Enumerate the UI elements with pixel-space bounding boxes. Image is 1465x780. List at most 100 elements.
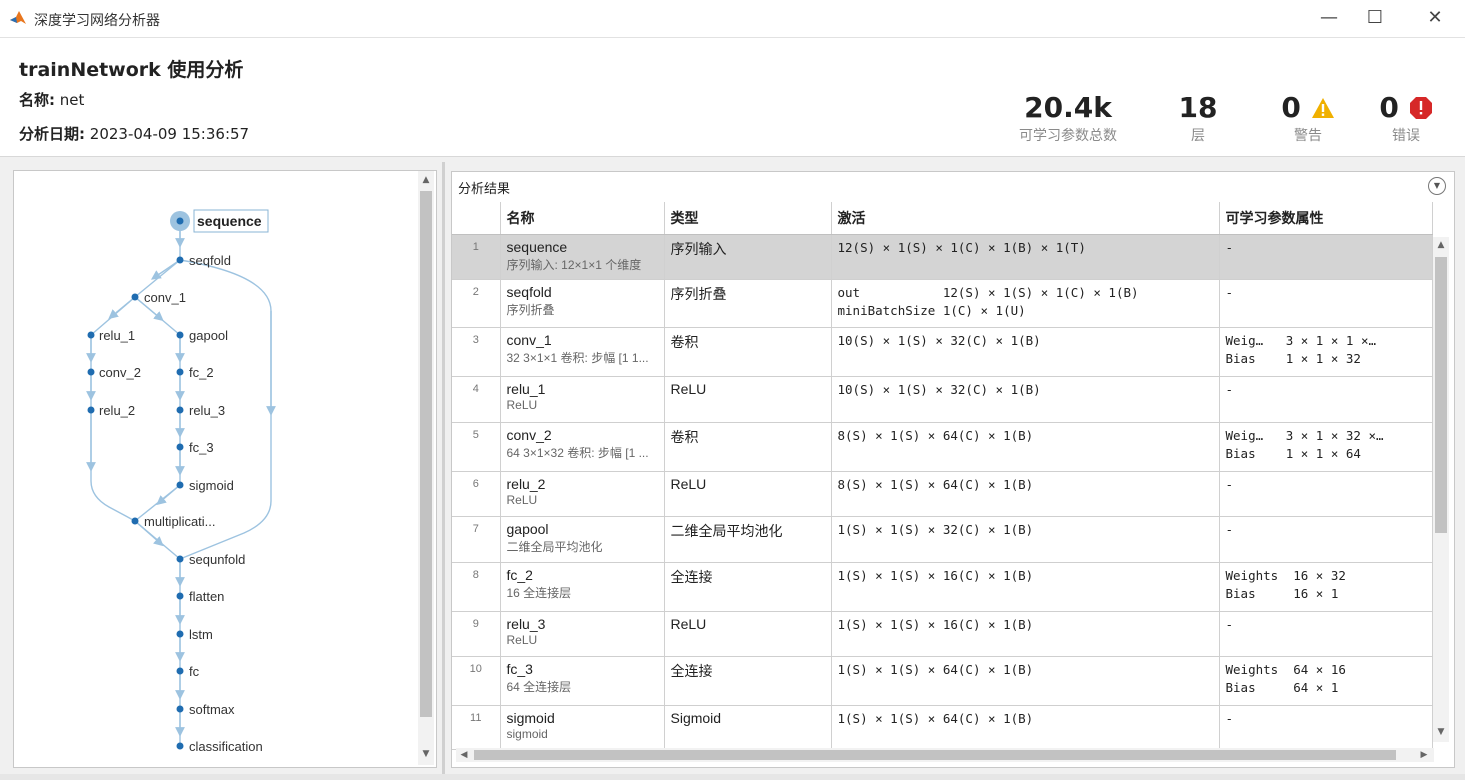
learnables-value: -	[1225, 240, 1234, 255]
graph-label-flatten[interactable]: flatten	[189, 589, 224, 604]
table-row[interactable]: 8 fc_2 16 全连接层 全连接 1(S) × 1(S) × 16(C) × 1(B…	[452, 562, 1433, 612]
graph-label-relu_2[interactable]: relu_2	[99, 403, 135, 418]
layer-type: 序列折叠	[664, 279, 832, 328]
graph-node-fc_3[interactable]	[176, 443, 184, 451]
layer-type: ReLU	[664, 376, 832, 423]
graph-label-fc_3[interactable]: fc_3	[189, 440, 214, 455]
graph-label-sequence[interactable]: sequence	[197, 213, 262, 229]
row-index: 1	[452, 234, 501, 280]
column-header-learnables[interactable]: 可学习参数属性	[1219, 202, 1433, 235]
activations-value: 1(S) × 1(S) × 16(C) × 1(B)	[837, 568, 1034, 583]
warnings-label: 警告	[1294, 128, 1322, 144]
layer-name-cell: seqfold 序列折叠	[500, 279, 665, 328]
learnables-cell: -	[1219, 376, 1433, 423]
graph-label-lstm[interactable]: lstm	[189, 627, 213, 642]
scroll-left-arrow-icon[interactable]: ◀	[456, 750, 472, 760]
graph-label-sigmoid[interactable]: sigmoid	[189, 478, 234, 493]
results-horizontal-scrollbar[interactable]: ◀ ▶	[456, 748, 1434, 762]
graph-node-conv_2[interactable]	[87, 368, 95, 376]
collapse-chevron-icon[interactable]: ▼	[1428, 177, 1446, 195]
learnable-params-label: 可学习参数总数	[1019, 128, 1117, 144]
activations-cell: 1(S) × 1(S) × 16(C) × 1(B)	[831, 611, 1220, 657]
graph-label-multiplication[interactable]: multiplicati...	[144, 514, 216, 529]
graph-label-fc[interactable]: fc	[189, 664, 200, 679]
graph-node-seqfold[interactable]	[176, 256, 184, 264]
graph-node-relu_3[interactable]	[176, 406, 184, 414]
table-row[interactable]: 6 relu_2 ReLU ReLU 8(S) × 1(S) × 64(C) × 1(B…	[452, 471, 1433, 517]
graph-label-relu_1[interactable]: relu_1	[99, 328, 135, 343]
graph-node-lstm[interactable]	[176, 630, 184, 638]
table-row[interactable]: 4 relu_1 ReLU ReLU 10(S) × 1(S) × 32(C) × 1(…	[452, 376, 1433, 423]
graph-label-classification[interactable]: classification	[189, 739, 263, 754]
graph-node-gapool[interactable]	[176, 331, 184, 339]
layer-name: conv_2	[506, 427, 552, 443]
graph-node-fc[interactable]	[176, 667, 184, 675]
table-row[interactable]: 5 conv_2 64 3×1×32 卷积: 步幅 [1 ... 卷积 8(S) × 1…	[452, 422, 1433, 472]
graph-node-relu_1[interactable]	[87, 331, 95, 339]
table-header-row: 名称 类型 激活 可学习参数属性	[452, 202, 1433, 235]
results-vertical-scrollbar[interactable]: ▲ ▼	[1433, 237, 1449, 742]
column-header-name[interactable]: 名称	[500, 202, 665, 235]
graph-node-softmax[interactable]	[176, 705, 184, 713]
warnings-value: 0	[1281, 91, 1301, 124]
graph-node-sequnfold[interactable]	[176, 555, 184, 563]
graph-node-classification[interactable]	[176, 742, 184, 750]
results-scroll-down-arrow-icon[interactable]: ▼	[1433, 727, 1449, 737]
panel-splitter[interactable]	[442, 162, 445, 774]
layer-name-cell: relu_2 ReLU	[500, 471, 665, 517]
graph-node-multiplication[interactable]	[131, 517, 139, 525]
scroll-right-arrow-icon[interactable]: ▶	[1416, 750, 1432, 760]
warnings-row: 0	[1278, 91, 1338, 125]
row-index: 9	[452, 611, 501, 657]
graph-node-sigmoid[interactable]	[176, 481, 184, 489]
warning-triangle-icon	[1311, 98, 1334, 118]
layer-type: 全连接	[664, 562, 832, 612]
column-header-activations[interactable]: 激活	[831, 202, 1220, 235]
maximize-button[interactable]: ☐	[1352, 4, 1398, 32]
learnables-value: -	[1225, 522, 1234, 537]
layer-name: sequence	[506, 239, 568, 255]
network-graph[interactable]: sequence seqfold conv_1 relu_1 conv_2 re…	[14, 171, 418, 765]
results-hscroll-thumb[interactable]	[474, 750, 1396, 760]
row-index: 5	[452, 422, 501, 472]
graph-node-fc_2[interactable]	[176, 368, 184, 376]
results-scroll-up-arrow-icon[interactable]: ▲	[1433, 240, 1449, 250]
close-button[interactable]: ✕	[1412, 4, 1458, 32]
scroll-up-arrow-icon[interactable]: ▲	[418, 175, 434, 185]
graph-node-relu_2[interactable]	[87, 406, 95, 414]
graph-node-conv_1[interactable]	[131, 293, 139, 301]
column-header-type[interactable]: 类型	[664, 202, 832, 235]
table-row[interactable]: 3 conv_1 32 3×1×1 卷积: 步幅 [1 1... 卷积 10(S) × …	[452, 327, 1433, 377]
warnings-stat[interactable]: 0 警告	[1278, 91, 1338, 145]
table-row[interactable]: 10 fc_3 64 全连接层 全连接 1(S) × 1(S) × 64(C) × 1(…	[452, 656, 1433, 706]
activations-value: 8(S) × 1(S) × 64(C) × 1(B)	[837, 428, 1034, 443]
graph-label-conv_2[interactable]: conv_2	[99, 365, 141, 380]
graph-label-gapool[interactable]: gapool	[189, 328, 228, 343]
scroll-down-arrow-icon[interactable]: ▼	[418, 749, 434, 759]
graph-label-sequnfold[interactable]: sequnfold	[189, 552, 245, 567]
graph-node-flatten[interactable]	[176, 592, 184, 600]
learnables-cell: -	[1219, 611, 1433, 657]
activations-cell: out 12(S) × 1(S) × 1(C) × 1(B) miniBatch…	[831, 279, 1220, 328]
activations-cell: 8(S) × 1(S) × 64(C) × 1(B)	[831, 422, 1220, 472]
graph-label-relu_3[interactable]: relu_3	[189, 403, 225, 418]
table-row[interactable]: 9 relu_3 ReLU ReLU 1(S) × 1(S) × 16(C) × 1(B…	[452, 611, 1433, 657]
graph-scrollbar[interactable]: ▲ ▼	[418, 171, 434, 765]
graph-node-sequence[interactable]	[176, 217, 184, 225]
layer-name-cell: gapool 二维全局平均池化	[500, 516, 665, 563]
graph-label-conv_1[interactable]: conv_1	[144, 290, 186, 305]
graph-label-softmax[interactable]: softmax	[189, 702, 235, 717]
results-vscroll-thumb[interactable]	[1435, 257, 1447, 533]
errors-stat[interactable]: 0 错误	[1376, 91, 1436, 145]
table-row[interactable]: 11 sigmoid sigmoid Sigmoid 1(S) × 1(S) × 64(…	[452, 705, 1433, 750]
minimize-button[interactable]: —	[1306, 4, 1352, 32]
table-row[interactable]: 2 seqfold 序列折叠 序列折叠 out 12(S) × 1(S) × 1(C) …	[452, 279, 1433, 328]
analysis-header: trainNetwork 使用分析 名称: net 分析日期: 2023-04-…	[0, 38, 1465, 157]
graph-label-seqfold[interactable]: seqfold	[189, 253, 231, 268]
table-row[interactable]: 7 gapool 二维全局平均池化 二维全局平均池化 1(S) × 1(S) × 32(…	[452, 516, 1433, 563]
layer-type: 全连接	[664, 656, 832, 706]
graph-label-fc_2[interactable]: fc_2	[189, 365, 214, 380]
table-row[interactable]: 1 sequence 序列输入: 12×1×1 个维度 序列输入 12(S) × 1(S…	[452, 234, 1433, 280]
graph-scroll-thumb[interactable]	[420, 191, 432, 717]
layer-description: 序列输入: 12×1×1 个维度	[506, 258, 642, 272]
